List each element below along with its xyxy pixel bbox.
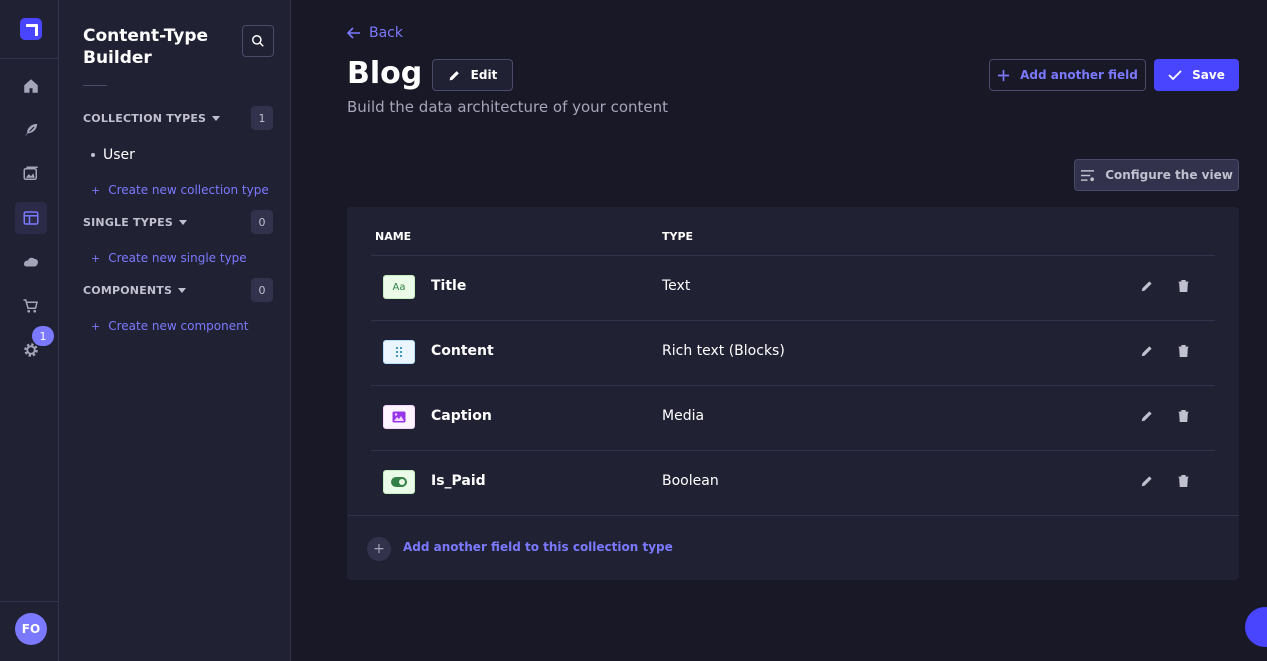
delete-field-trash-icon[interactable] — [1174, 407, 1192, 425]
table-row[interactable]: Caption Media — [371, 385, 1215, 450]
create-collection-type-label: Create new collection type — [108, 183, 269, 197]
field-name: Content — [431, 343, 494, 359]
user-avatar[interactable]: FO — [15, 613, 47, 645]
help-bubble-icon[interactable] — [1245, 607, 1267, 647]
components-label: COMPONENTS — [83, 283, 173, 297]
sidebar-item-user[interactable]: User — [91, 147, 135, 163]
page-subtitle: Build the data architecture of your cont… — [347, 98, 669, 116]
field-name: Is_Paid — [431, 473, 486, 489]
field-type: Boolean — [662, 473, 719, 489]
field-type: Rich text (Blocks) — [662, 343, 785, 359]
marketplace-cart-icon[interactable] — [15, 290, 47, 322]
collection-types-count: 1 — [251, 106, 273, 130]
search-button[interactable] — [242, 25, 274, 57]
table-row[interactable]: Content Rich text (Blocks) — [371, 320, 1215, 385]
strapi-logo-icon[interactable] — [20, 18, 42, 40]
single-types-count: 0 — [251, 210, 273, 234]
rail-divider — [0, 58, 58, 59]
edit-button-label: Edit — [470, 68, 498, 82]
configure-view-label: Configure the view — [1105, 168, 1233, 182]
components-count: 0 — [251, 278, 273, 302]
media-type-icon — [383, 405, 415, 429]
create-component-link[interactable]: + Create new component — [91, 319, 248, 333]
edit-field-pencil-icon[interactable] — [1138, 277, 1156, 295]
blocks-type-icon — [383, 340, 415, 364]
page-title: Blog — [347, 56, 423, 91]
collection-types-header[interactable]: COLLECTION TYPES 1 — [83, 106, 273, 130]
content-type-builder-icon[interactable] — [15, 202, 47, 234]
field-type: Media — [662, 408, 705, 424]
text-type-icon: Aa — [383, 275, 415, 299]
rail-divider-bottom — [0, 601, 58, 602]
subnav-divider — [83, 85, 107, 86]
sidebar-item-label: User — [103, 147, 135, 163]
collection-types-label: COLLECTION TYPES — [83, 111, 207, 125]
create-single-type-label: Create new single type — [108, 251, 247, 265]
content-type-subnav: Content-Type Builder COLLECTION TYPES 1 … — [59, 0, 291, 661]
cloud-icon[interactable] — [15, 246, 47, 278]
search-icon — [252, 35, 264, 47]
save-button[interactable]: Save — [1154, 59, 1239, 91]
configure-view-button[interactable]: Configure the view — [1074, 159, 1239, 191]
main-nav-rail: 1 FO — [0, 0, 59, 661]
add-field-footer-label: Add another field to this collection typ… — [403, 540, 673, 554]
arrow-left-icon — [347, 27, 360, 39]
delete-field-trash-icon[interactable] — [1174, 342, 1192, 360]
back-label: Back — [369, 25, 403, 41]
pencil-icon — [449, 70, 459, 80]
save-button-label: Save — [1192, 68, 1225, 82]
create-single-type-link[interactable]: + Create new single type — [91, 251, 247, 265]
edit-button[interactable]: Edit — [432, 59, 513, 91]
chevron-down-icon — [178, 287, 187, 293]
create-collection-type-link[interactable]: + Create new collection type — [91, 183, 269, 197]
table-row[interactable]: Is_Paid Boolean — [371, 450, 1215, 515]
add-field-footer[interactable]: + Add another field to this collection t… — [347, 515, 1239, 580]
plus-icon: + — [91, 319, 101, 333]
create-component-label: Create new component — [108, 319, 249, 333]
check-icon — [1168, 70, 1182, 81]
subnav-title: Content-Type Builder — [83, 26, 209, 68]
column-header-name: NAME — [375, 230, 412, 243]
delete-field-trash-icon[interactable] — [1174, 277, 1192, 295]
table-row[interactable]: Aa Title Text — [371, 255, 1215, 320]
plus-icon — [998, 69, 1010, 81]
list-settings-icon — [1081, 169, 1095, 181]
field-type: Text — [662, 278, 691, 294]
components-header[interactable]: COMPONENTS 0 — [83, 278, 273, 302]
chevron-down-icon — [178, 219, 187, 225]
edit-field-pencil-icon[interactable] — [1138, 407, 1156, 425]
plus-icon: + — [91, 183, 101, 197]
boolean-type-icon — [383, 470, 415, 494]
field-name: Caption — [431, 408, 492, 424]
home-icon[interactable] — [15, 70, 47, 102]
add-another-field-button[interactable]: Add another field — [989, 59, 1146, 91]
single-types-label: SINGLE TYPES — [83, 215, 173, 229]
single-types-header[interactable]: SINGLE TYPES 0 — [83, 210, 273, 234]
column-header-type: TYPE — [662, 230, 694, 243]
media-library-icon[interactable] — [15, 158, 47, 190]
plus-icon: + — [91, 251, 101, 265]
fields-table: NAME TYPE Aa Title Text Content Rich tex… — [347, 207, 1239, 580]
field-name: Title — [431, 278, 467, 294]
edit-field-pencil-icon[interactable] — [1138, 472, 1156, 490]
plus-circle-icon: + — [367, 537, 391, 561]
add-another-field-label: Add another field — [1020, 68, 1138, 82]
notification-badge: 1 — [32, 326, 54, 346]
feather-icon[interactable] — [15, 114, 47, 146]
back-link[interactable]: Back — [347, 25, 403, 41]
bullet-icon — [91, 153, 95, 157]
chevron-down-icon — [212, 115, 221, 121]
delete-field-trash-icon[interactable] — [1174, 472, 1192, 490]
edit-field-pencil-icon[interactable] — [1138, 342, 1156, 360]
